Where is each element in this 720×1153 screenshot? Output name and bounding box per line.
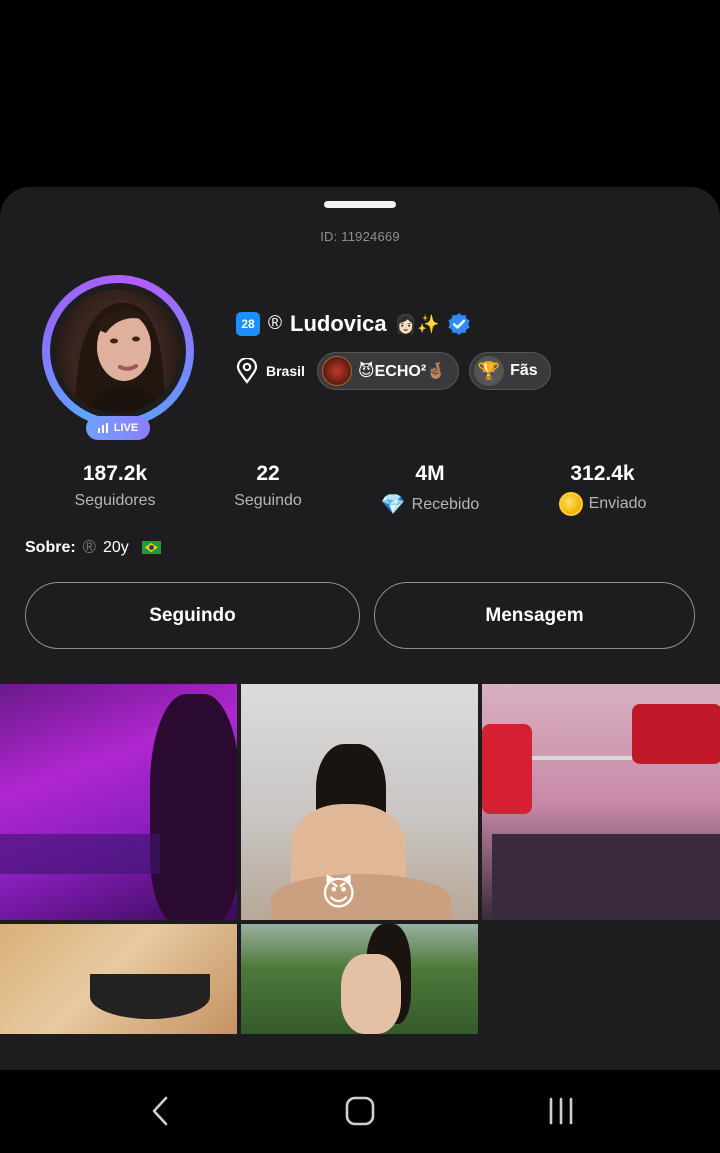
avatar-ring[interactable] (42, 275, 194, 427)
display-name: Ludovica (290, 311, 387, 336)
followers-label: Seguidores (74, 492, 156, 509)
about-label: Sobre: (25, 538, 76, 556)
name-emojis: 👩🏻✨ (394, 313, 440, 334)
user-id: ID: 11924669 (320, 229, 400, 244)
trophy-icon: 🏆 (474, 356, 505, 386)
photo-thumbnail[interactable] (482, 684, 720, 920)
live-label: LIVE (113, 422, 139, 434)
system-nav-bar (0, 1070, 720, 1153)
avatar-photo (75, 302, 166, 413)
followers-count: 187.2k (82, 462, 148, 485)
stat-following[interactable]: 22 Seguindo (218, 462, 318, 510)
photo-thumbnail[interactable]: 😈 (241, 684, 478, 920)
photo-thumbnail[interactable] (0, 684, 237, 920)
verified-icon (448, 313, 471, 335)
about-registered-mark: ® (82, 537, 96, 557)
photo-thumbnail[interactable] (241, 924, 478, 1034)
home-button[interactable] (340, 1094, 380, 1128)
diamond-icon: 💎 (380, 494, 406, 516)
received-label: Recebido (411, 495, 480, 513)
about-text: 20y (102, 538, 129, 556)
sent-label: Enviado (588, 495, 647, 512)
coin-icon (558, 492, 583, 516)
family-avatar-icon (321, 356, 352, 386)
location-pin-icon (236, 358, 258, 384)
registered-mark: ® (268, 313, 282, 334)
brazil-flag-icon (141, 541, 161, 554)
fans-button[interactable]: 🏆 Fãs (469, 352, 551, 390)
location-label: Brasil (266, 363, 305, 379)
name-row: 28 ® Ludovica 👩🏻✨ (236, 309, 471, 339)
family-tag-label: 😈ECHO²🤞🏽 (357, 363, 447, 380)
back-chevron-icon (152, 1096, 168, 1126)
tags-row: Brasil 😈ECHO²🤞🏽 🏆 Fãs (236, 352, 551, 390)
about-section: Sobre: ® 20y (25, 537, 161, 558)
following-button[interactable]: Seguindo (25, 582, 360, 649)
level-badge: 28 (236, 312, 260, 336)
home-icon (345, 1096, 375, 1126)
location: Brasil (236, 358, 305, 384)
message-button[interactable]: Mensagem (374, 582, 695, 649)
following-count: 22 (256, 462, 280, 485)
fans-label: Fãs (510, 362, 538, 379)
recents-button[interactable] (541, 1094, 581, 1128)
devil-sticker: 😈 (321, 875, 357, 913)
received-count: 4M (415, 462, 445, 485)
following-label: Seguindo (234, 492, 302, 509)
profile-sheet: ID: 11924669 LIVE 28 ® Ludovica 👩🏻✨ Bras… (0, 187, 720, 1070)
stat-received[interactable]: 4M 💎 Recebido (365, 462, 495, 517)
sent-count: 312.4k (570, 462, 635, 485)
drag-handle[interactable] (324, 201, 396, 208)
photo-thumbnail[interactable] (0, 924, 237, 1034)
avatar[interactable] (56, 289, 180, 413)
family-tag[interactable]: 😈ECHO²🤞🏽 (316, 352, 460, 390)
stat-followers[interactable]: 187.2k Seguidores (55, 462, 175, 510)
live-badge[interactable]: LIVE (86, 416, 150, 440)
stat-sent[interactable]: 312.4k Enviado (540, 462, 665, 516)
recents-icon (549, 1097, 573, 1125)
live-bars-icon (97, 423, 108, 433)
back-button[interactable] (140, 1094, 180, 1128)
